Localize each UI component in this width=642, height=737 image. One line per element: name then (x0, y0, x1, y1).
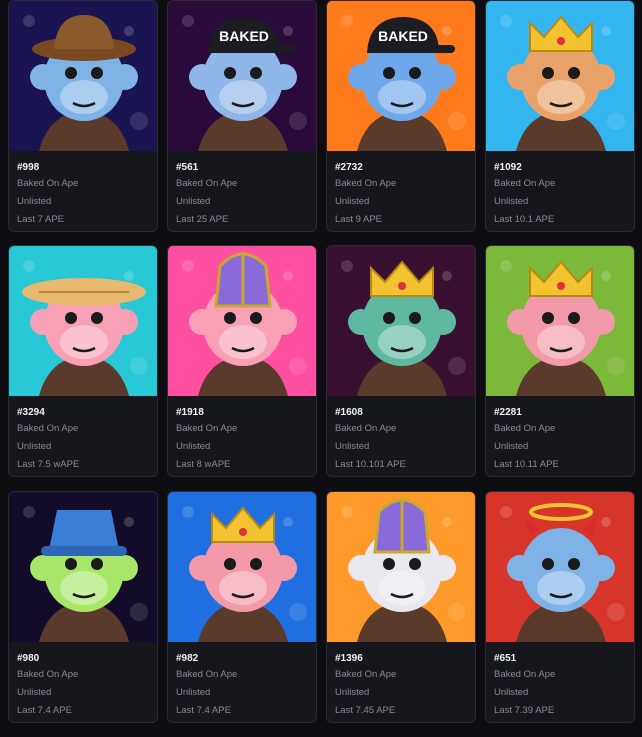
listing-status: Unlisted (335, 687, 370, 698)
card-meta: #561 Baked On Ape Unlisted Last 25 APE (176, 161, 310, 229)
collection-name: Baked On Ape (335, 669, 397, 680)
card-meta: #980 Baked On Ape Unlisted Last 7.4 APE (17, 652, 151, 720)
card-meta: #1608 Baked On Ape Unlisted Last 10.101 … (335, 406, 469, 474)
listing-status: Unlisted (335, 441, 370, 452)
listing-status: Unlisted (17, 687, 52, 698)
last-sale: Last 10.11 APE (494, 459, 559, 470)
collection-name: Baked On Ape (494, 669, 556, 680)
nft-image[interactable]: BAKED (168, 1, 316, 151)
nft-image[interactable] (9, 1, 157, 151)
last-sale: Last 10.1 APE (494, 214, 555, 225)
nft-image[interactable] (486, 246, 634, 396)
card-meta: #1918 Baked On Ape Unlisted Last 8 wAPE (176, 406, 310, 474)
token-id: #1092 (494, 162, 522, 173)
nft-card[interactable]: #3294 Baked On Ape Unlisted Last 7.5 wAP… (8, 245, 158, 477)
card-meta: #998 Baked On Ape Unlisted Last 7 APE (17, 161, 151, 229)
collection-name: Baked On Ape (17, 178, 79, 189)
nft-card[interactable]: BAKED #561 Baked On Ape Unlisted Last 25… (167, 0, 317, 232)
listing-status: Unlisted (494, 196, 529, 207)
nft-card[interactable]: #1092 Baked On Ape Unlisted Last 10.1 AP… (485, 0, 635, 232)
listing-status: Unlisted (17, 441, 52, 452)
token-id: #2732 (335, 162, 363, 173)
token-id: #2281 (494, 407, 522, 418)
nft-grid: #998 Baked On Ape Unlisted Last 7 APE BA… (0, 0, 642, 737)
nft-card[interactable]: #998 Baked On Ape Unlisted Last 7 APE (8, 0, 158, 232)
nft-card[interactable]: #1608 Baked On Ape Unlisted Last 10.101 … (326, 245, 476, 477)
nft-image[interactable] (327, 492, 475, 642)
token-id: #1918 (176, 407, 204, 418)
card-meta: #1092 Baked On Ape Unlisted Last 10.1 AP… (494, 161, 628, 229)
token-id: #1396 (335, 653, 363, 664)
nft-image[interactable] (486, 492, 634, 642)
card-meta: #2732 Baked On Ape Unlisted Last 9 APE (335, 161, 469, 229)
card-meta: #3294 Baked On Ape Unlisted Last 7.5 wAP… (17, 406, 151, 474)
nft-card[interactable]: #651 Baked On Ape Unlisted Last 7.39 APE (485, 491, 635, 723)
nft-image[interactable] (168, 246, 316, 396)
collection-name: Baked On Ape (17, 669, 79, 680)
nft-card[interactable]: #1918 Baked On Ape Unlisted Last 8 wAPE (167, 245, 317, 477)
collection-name: Baked On Ape (17, 423, 79, 434)
listing-status: Unlisted (335, 196, 370, 207)
token-id: #998 (17, 162, 40, 173)
listing-status: Unlisted (176, 196, 211, 207)
token-id: #3294 (17, 407, 45, 418)
last-sale: Last 9 APE (335, 214, 383, 225)
collection-name: Baked On Ape (176, 423, 238, 434)
last-sale: Last 25 APE (176, 214, 229, 225)
card-meta: #651 Baked On Ape Unlisted Last 7.39 APE (494, 652, 628, 720)
card-meta: #982 Baked On Ape Unlisted Last 7.4 APE (176, 652, 310, 720)
listing-status: Unlisted (17, 196, 52, 207)
collection-name: Baked On Ape (176, 178, 238, 189)
nft-image[interactable] (486, 1, 634, 151)
token-id: #982 (176, 653, 199, 664)
nft-image[interactable] (168, 492, 316, 642)
nft-card[interactable]: #2281 Baked On Ape Unlisted Last 10.11 A… (485, 245, 635, 477)
listing-status: Unlisted (176, 441, 211, 452)
collection-name: Baked On Ape (176, 669, 238, 680)
last-sale: Last 7.39 APE (494, 705, 555, 716)
last-sale: Last 7.4 APE (176, 705, 231, 716)
listing-status: Unlisted (176, 687, 211, 698)
nft-card[interactable]: #982 Baked On Ape Unlisted Last 7.4 APE (167, 491, 317, 723)
nft-card[interactable]: #1396 Baked On Ape Unlisted Last 7.45 AP… (326, 491, 476, 723)
nft-image[interactable] (9, 246, 157, 396)
nft-image[interactable]: BAKED (327, 1, 475, 151)
card-meta: #2281 Baked On Ape Unlisted Last 10.11 A… (494, 406, 628, 474)
nft-card[interactable]: #980 Baked On Ape Unlisted Last 7.4 APE (8, 491, 158, 723)
last-sale: Last 7 APE (17, 214, 65, 225)
last-sale: Last 7.5 wAPE (17, 459, 80, 470)
card-meta: #1396 Baked On Ape Unlisted Last 7.45 AP… (335, 652, 469, 720)
listing-status: Unlisted (494, 687, 529, 698)
nft-card[interactable]: BAKED #2732 Baked On Ape Unlisted Last 9… (326, 0, 476, 232)
collection-name: Baked On Ape (335, 423, 397, 434)
last-sale: Last 7.4 APE (17, 705, 72, 716)
token-id: #980 (17, 653, 40, 664)
last-sale: Last 10.101 APE (335, 459, 406, 470)
token-id: #561 (176, 162, 199, 173)
last-sale: Last 8 wAPE (176, 459, 231, 470)
nft-image[interactable] (9, 492, 157, 642)
token-id: #651 (494, 653, 517, 664)
last-sale: Last 7.45 APE (335, 705, 396, 716)
nft-image[interactable] (327, 246, 475, 396)
svg-text:BAKED: BAKED (378, 28, 428, 44)
collection-name: Baked On Ape (335, 178, 397, 189)
collection-name: Baked On Ape (494, 423, 556, 434)
collection-name: Baked On Ape (494, 178, 556, 189)
listing-status: Unlisted (494, 441, 529, 452)
svg-text:BAKED: BAKED (219, 28, 269, 44)
token-id: #1608 (335, 407, 363, 418)
